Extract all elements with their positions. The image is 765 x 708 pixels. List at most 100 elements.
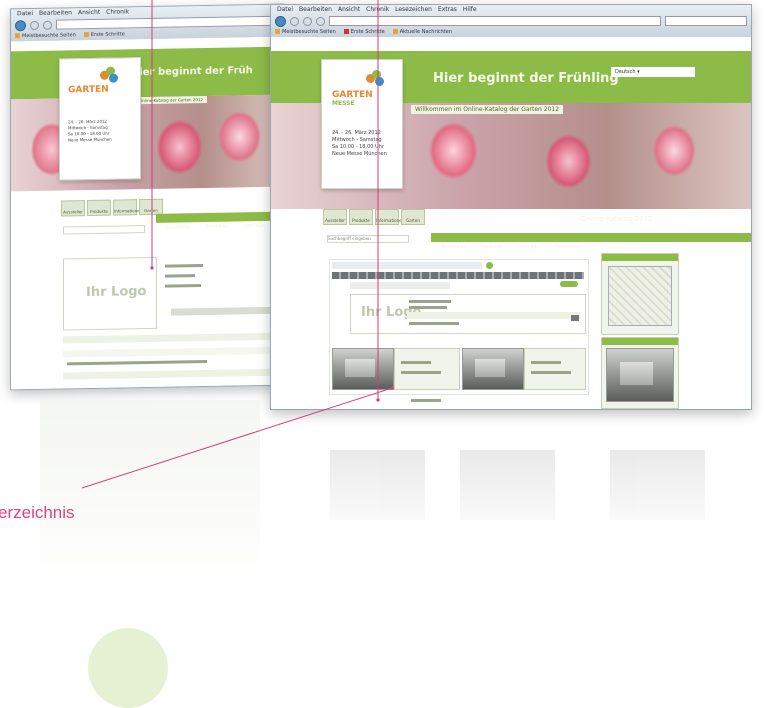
tab-garden[interactable]: Garten	[139, 198, 163, 216]
forward-icon[interactable]	[30, 20, 39, 30]
exhibitor-photo	[332, 348, 394, 390]
tab-products[interactable]: Produkte	[87, 199, 111, 217]
menu-item[interactable]: Extras	[438, 6, 457, 13]
logo-placeholder-text: Ihr Logo	[86, 284, 147, 301]
address-bar[interactable]	[329, 16, 661, 26]
nav-item[interactable]: Vorträge	[518, 244, 539, 250]
slogan: Hier beginnt der Früh	[131, 65, 253, 79]
menu-item[interactable]: Hilfe	[463, 6, 477, 13]
reload-icon[interactable]	[43, 20, 52, 30]
text-line	[401, 361, 431, 364]
bookmark-item[interactable]: Erste Schritte	[343, 29, 385, 35]
menu-item[interactable]: Chronik	[366, 6, 389, 13]
info-card	[394, 348, 460, 390]
bookmarks-bar: Meistbesuchte Seiten Erste Schritte Aktu…	[275, 29, 452, 35]
menu-item[interactable]: Chronik	[106, 8, 129, 15]
hall-map[interactable]	[608, 266, 672, 326]
nav-item[interactable]: Produkte	[481, 244, 503, 250]
reflection-back	[40, 400, 260, 600]
caption-label: erzeichnis	[0, 503, 75, 522]
menu-item[interactable]: Bearbeiten	[39, 9, 72, 17]
nav-item[interactable]: Hallenplan	[555, 244, 582, 250]
section-header	[63, 368, 273, 380]
footer-link[interactable]	[411, 399, 441, 402]
logo-placeholder: Ihr Logo	[63, 256, 157, 331]
alphabet-strip[interactable]	[332, 272, 584, 279]
detail-row	[407, 312, 581, 319]
home-icon[interactable]	[316, 16, 325, 26]
menu-bar: Datei Bearbeiten Ansicht Chronik Lesezei…	[277, 6, 477, 13]
text-line	[531, 371, 571, 374]
reflected-photo	[330, 450, 425, 520]
tab-products[interactable]: Produkte	[349, 209, 373, 225]
tab-info[interactable]: Informationen	[113, 199, 142, 216]
main-nav: Aussteller Produkte Vorträge Hallenplan	[431, 233, 751, 250]
sidebar-photo	[606, 348, 674, 402]
browser-search-input[interactable]	[665, 16, 747, 26]
text-line	[165, 284, 201, 288]
search-input[interactable]: Suchbegriff eingeben	[327, 235, 409, 243]
event-info: 24. - 26. März 2012 Mittwoch - Samstag S…	[332, 130, 387, 157]
language-select[interactable]: Deutsch ▾	[611, 67, 695, 77]
menu-item[interactable]: Bearbeiten	[299, 6, 332, 13]
detail-row	[63, 346, 273, 358]
decorative-circle	[88, 628, 168, 708]
info-card	[524, 348, 586, 390]
tab-exhibitors[interactable]: Aussteller	[61, 200, 85, 217]
menu-item[interactable]: Lesezeichen	[395, 6, 432, 13]
bookmark-icon	[343, 29, 349, 34]
event-info: 24. - 26. März 2012 Mittwoch - Samstag S…	[68, 118, 112, 143]
bookmarks-bar: Meistbesuchte Seiten Erste Schritte	[15, 31, 125, 39]
menu-item[interactable]: Datei	[277, 6, 293, 13]
nav-row	[15, 15, 279, 32]
text-line	[401, 371, 441, 374]
filter-row	[332, 262, 482, 269]
reload-icon[interactable]	[303, 16, 312, 26]
web-page: Hier beginnt der Frühling Deutsch ▾ Will…	[271, 37, 751, 409]
bookmark-icon	[392, 29, 398, 34]
forward-icon[interactable]	[290, 16, 299, 26]
tab-strip: Aussteller Produkte Informationen Garten	[323, 209, 425, 225]
address-bar[interactable]	[56, 15, 279, 30]
bookmark-item[interactable]: Aktuelle Nachrichten	[392, 29, 452, 35]
exhibitor-photo	[462, 348, 524, 390]
tab-info[interactable]: Informationen	[375, 209, 404, 225]
back-icon[interactable]	[15, 19, 26, 31]
map-panel	[601, 253, 679, 335]
toggle-switch[interactable]	[560, 281, 578, 287]
bookmark-item[interactable]: Erste Schritte	[83, 31, 125, 38]
menu-item[interactable]: Ansicht	[338, 6, 360, 13]
logo-text: GARTEN	[68, 84, 109, 96]
text-line	[409, 322, 459, 325]
nav-row	[275, 15, 747, 27]
panel-header	[602, 338, 678, 345]
text-line	[409, 306, 447, 309]
text-line	[165, 264, 203, 268]
panel-header	[602, 254, 678, 261]
back-icon[interactable]	[275, 15, 286, 27]
browser-window-back: Datei Bearbeiten Ansicht Chronik Meistbe…	[10, 3, 284, 391]
search-input[interactable]	[63, 225, 145, 235]
nav-item[interactable]: Aussteller	[166, 224, 191, 230]
menu-item[interactable]: Ansicht	[78, 9, 100, 16]
text-line	[67, 359, 207, 366]
nav-item[interactable]: Vorträge	[243, 223, 264, 229]
nav-item[interactable]: Aussteller	[441, 244, 466, 250]
bookmark-item[interactable]: Meistbesuchte Seiten	[275, 29, 336, 35]
tab-exhibitors[interactable]: Aussteller	[323, 209, 347, 225]
nav-item[interactable]: Produkte	[206, 224, 228, 230]
menu-item[interactable]: Datei	[17, 10, 33, 17]
flower-logo-icon	[366, 70, 384, 88]
menu-bar: Datei Bearbeiten Ansicht Chronik	[17, 8, 129, 17]
reflection-front	[300, 410, 740, 610]
text-line	[409, 300, 451, 303]
print-icon[interactable]	[571, 315, 579, 321]
pagination-row[interactable]	[350, 282, 450, 289]
section-header	[63, 332, 273, 344]
go-icon[interactable]	[486, 262, 493, 269]
hero-image	[11, 94, 283, 192]
bookmark-item[interactable]: Meistbesuchte Seiten	[15, 32, 76, 39]
web-page: Hier beginnt der Früh Willkommen im Onli…	[11, 36, 283, 390]
reflected-photo	[610, 450, 705, 520]
tab-garden[interactable]: Garten	[401, 209, 425, 225]
